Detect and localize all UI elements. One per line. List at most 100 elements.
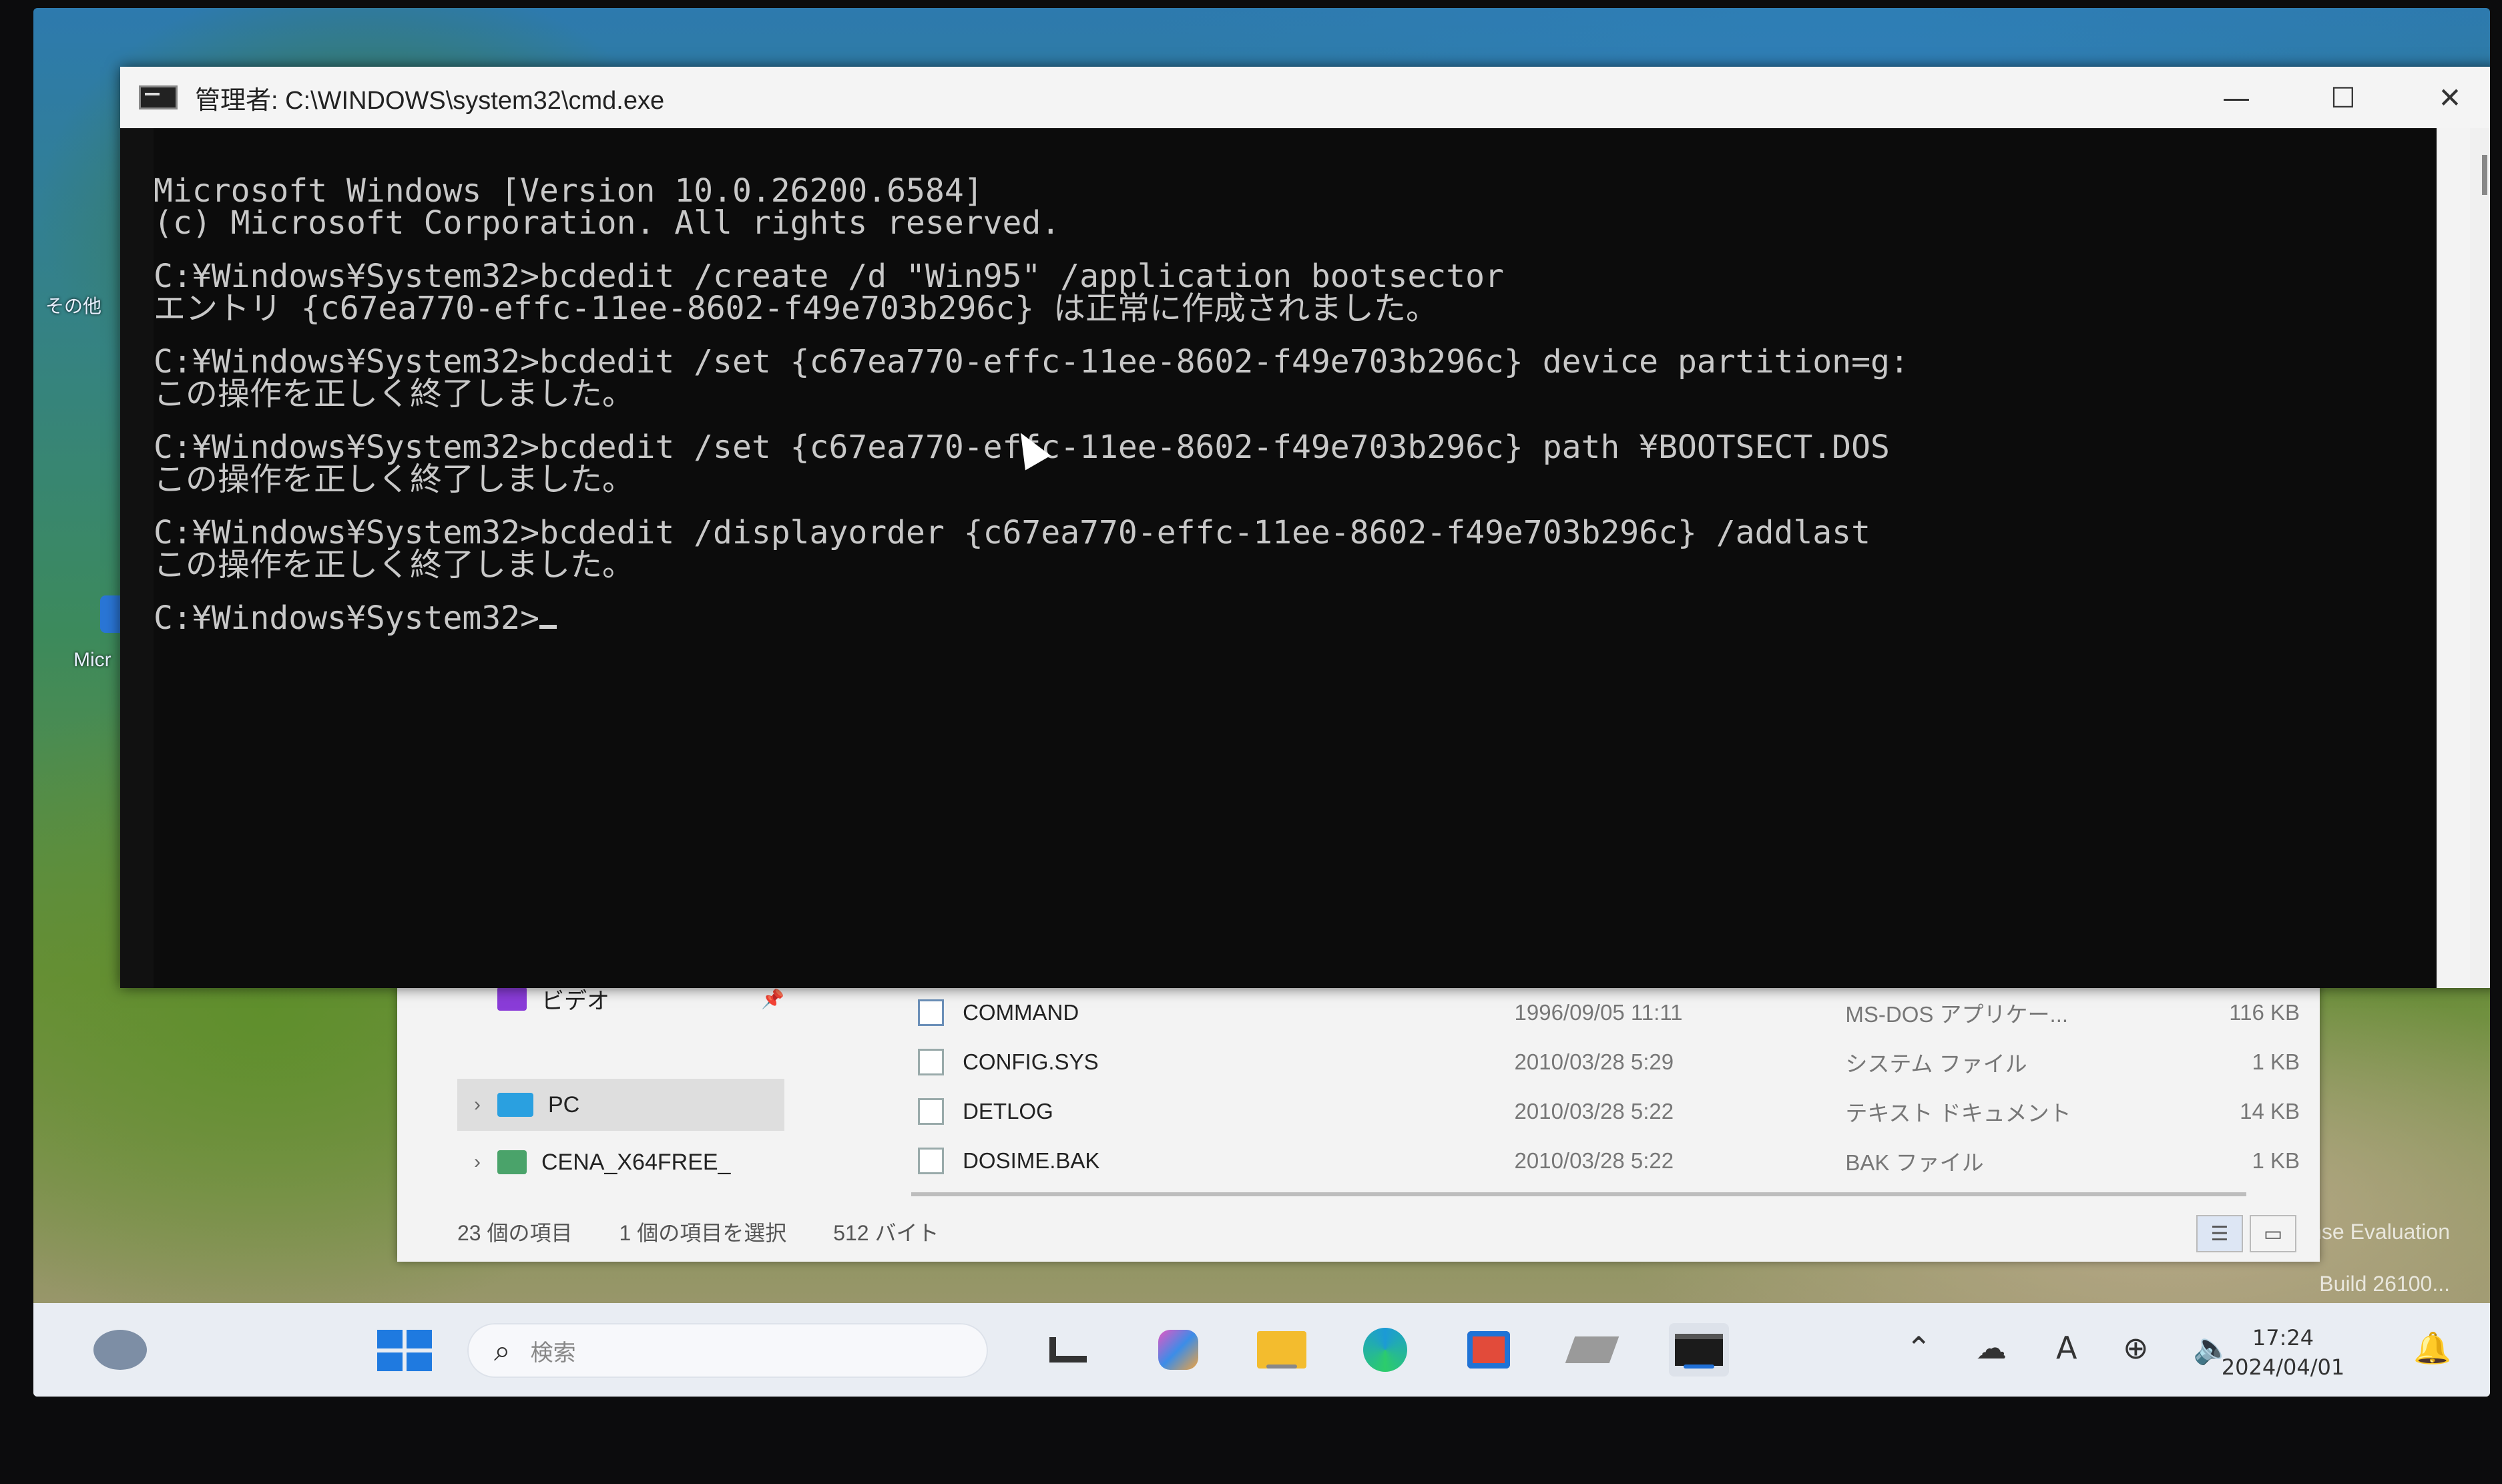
console-line: Microsoft Windows [Version 10.0.26200.65…: [154, 172, 983, 210]
windows-logo-tile: [377, 1330, 403, 1348]
window-controls: — ☐ ✕: [2183, 67, 2490, 128]
desktop-icon-label: Micr: [73, 649, 111, 671]
weather-widget-icon[interactable]: [93, 1330, 147, 1370]
edge-browser-icon[interactable]: [1355, 1323, 1415, 1377]
file-row[interactable]: DETLOG 2010/03/28 5:22 テキスト ドキュメント 14 KB: [911, 1087, 2300, 1136]
taskbar-search-box[interactable]: ⌕ 検索: [467, 1323, 988, 1378]
file-size: 1 KB: [2252, 1049, 2300, 1074]
search-placeholder: 検索: [530, 1339, 576, 1367]
notification-bell-icon[interactable]: 🔔: [2413, 1330, 2451, 1367]
title-bar[interactable]: 管理者: C:\WINDOWS\system32\cmd.exe — ☐ ✕: [120, 67, 2490, 128]
system-file-icon: [918, 1049, 945, 1075]
nav-item-label: CENA_X64FREE_: [541, 1149, 731, 1175]
clock-date: 2024/04/01: [2221, 1354, 2345, 1380]
scrollbar-thumb[interactable]: [2482, 155, 2487, 195]
desktop-icon-label: その他: [45, 296, 102, 316]
pc-icon: [497, 1093, 533, 1117]
evaluation-watermark-build: Build 26100...: [2319, 1272, 2450, 1296]
video-folder-icon: [497, 987, 527, 1011]
console-area[interactable]: Microsoft Windows [Version 10.0.26200.65…: [154, 128, 2437, 988]
running-indicator: [1266, 1365, 1297, 1369]
file-name: COMMAND: [963, 1000, 1079, 1025]
file-row[interactable]: DOSIME.BAK 2010/03/28 5:22 BAK ファイル 1 KB: [911, 1136, 2300, 1186]
navigation-pane: ビデオ 📌 › PC › CENA_X64FREE_: [457, 981, 804, 1202]
text-cursor: [539, 625, 557, 629]
file-row[interactable]: CONFIG.SYS 2010/03/28 5:29 システム ファイル 1 K…: [911, 1037, 2300, 1087]
console-line: C:¥Windows¥System32>bcdedit /displayorde…: [154, 514, 1870, 551]
minimize-button[interactable]: —: [2183, 67, 2290, 128]
desktop-screen: Micr その他 nse Evaluation Build 26100... ビ…: [33, 8, 2490, 1397]
status-bar: 23 個の項目 1 個の項目を選択 512 バイト: [457, 1208, 2260, 1255]
console-line: この操作を正しく終了しました。: [154, 461, 635, 498]
text-file-icon: [918, 1098, 945, 1125]
selection-count: 1 個の項目を選択: [619, 1221, 787, 1245]
file-date: 2010/03/28 5:22: [1514, 1148, 1674, 1173]
console-line: C:¥Windows¥System32>bcdedit /set {c67ea7…: [154, 429, 1890, 466]
file-row[interactable]: COMMAND 1996/09/05 11:11 MS-DOS アプリケー...…: [911, 988, 2300, 1037]
maximize-button[interactable]: ☐: [2290, 67, 2397, 128]
file-name: DOSIME.BAK: [963, 1148, 1100, 1173]
console-output[interactable]: Microsoft Windows [Version 10.0.26200.65…: [154, 128, 2437, 988]
console-margin: [120, 128, 154, 988]
clock-time: 17:24: [2252, 1325, 2314, 1350]
file-type: システム ファイル: [1845, 1051, 2027, 1076]
windows-logo-tile: [377, 1352, 403, 1371]
watermark-text: nse Evaluation: [2310, 1220, 2450, 1244]
evaluation-watermark: nse Evaluation: [2310, 1220, 2450, 1244]
console-line: この操作を正しく終了しました。: [154, 546, 635, 583]
executable-file-icon: [918, 999, 945, 1026]
nav-item-pc[interactable]: › PC: [457, 1079, 784, 1131]
close-button[interactable]: ✕: [2397, 67, 2490, 128]
start-button[interactable]: [377, 1330, 432, 1371]
clock[interactable]: 17:24 2024/04/01: [2196, 1323, 2370, 1382]
file-date: 1996/09/05 11:11: [1514, 1000, 1683, 1025]
console-line: C:¥Windows¥System32>: [154, 602, 2437, 634]
generic-file-icon: [918, 1148, 945, 1174]
nav-item-label: PC: [548, 1091, 580, 1118]
large-icons-view-button[interactable]: ▭: [2250, 1215, 2296, 1252]
horizontal-scrollbar[interactable]: [911, 1192, 2246, 1196]
taskbar: ⌕ 検索 ⌃ ☁ A ⊕ 🔈 17:24 2024/04/01 🔔: [33, 1303, 2490, 1397]
chevron-up-icon[interactable]: ⌃: [1906, 1330, 1932, 1366]
nav-item-drive[interactable]: › CENA_X64FREE_: [457, 1136, 784, 1188]
file-date: 2010/03/28 5:29: [1514, 1049, 1674, 1074]
terminal-taskbar-icon[interactable]: [1669, 1323, 1729, 1377]
file-type: BAK ファイル: [1845, 1150, 1984, 1175]
command-prompt-window[interactable]: 管理者: C:\WINDOWS\system32\cmd.exe — ☐ ✕ M…: [120, 67, 2490, 988]
window-title: 管理者: C:\WINDOWS\system32\cmd.exe: [195, 86, 665, 115]
copilot-icon[interactable]: [1148, 1323, 1208, 1377]
windows-logo-tile: [407, 1330, 432, 1348]
windows-logo-tile: [407, 1352, 432, 1371]
file-type: MS-DOS アプリケー...: [1845, 1002, 2069, 1027]
console-line: エントリ {c67ea770-effc-11ee-8602-f49e703b29…: [154, 290, 1438, 327]
file-size: 14 KB: [2240, 1099, 2300, 1124]
onedrive-offline-icon[interactable]: ☁: [1976, 1330, 2007, 1366]
selection-size: 512 バイト: [833, 1221, 939, 1245]
vertical-scrollbar[interactable]: [2470, 128, 2490, 988]
virtual-machine-icon[interactable]: [1562, 1323, 1622, 1377]
console-line: C:¥Windows¥System32>bcdedit /set {c67ea7…: [154, 343, 1909, 381]
console-line: (c) Microsoft Corporation. All rights re…: [154, 204, 1061, 242]
file-date: 2010/03/28 5:22: [1514, 1099, 1674, 1124]
file-name: DETLOG: [963, 1099, 1053, 1124]
watermark-build-text: Build 26100...: [2319, 1272, 2450, 1296]
store-icon[interactable]: [1459, 1323, 1519, 1377]
console-line: C:¥Windows¥System32>bcdedit /create /d "…: [154, 258, 1504, 295]
file-size: 1 KB: [2252, 1148, 2300, 1173]
file-size: 116 KB: [2229, 1000, 2300, 1025]
ime-mode-indicator[interactable]: A: [2056, 1330, 2077, 1366]
file-explorer-icon[interactable]: [1252, 1323, 1312, 1377]
chevron-right-icon[interactable]: ›: [457, 1151, 497, 1174]
task-view-icon[interactable]: [1038, 1323, 1098, 1377]
file-name: CONFIG.SYS: [963, 1049, 1099, 1074]
console-line: この操作を正しく終了しました。: [154, 375, 635, 413]
item-count: 23 個の項目: [457, 1221, 573, 1245]
network-drive-icon: [497, 1150, 527, 1174]
network-globe-icon[interactable]: ⊕: [2123, 1330, 2149, 1366]
terminal-icon: [139, 85, 178, 109]
file-explorer-window[interactable]: ビデオ 📌 › PC › CENA_X64FREE_ COMMAND 1996/…: [397, 981, 2320, 1262]
details-view-button[interactable]: ☰: [2196, 1215, 2243, 1252]
chevron-right-icon[interactable]: ›: [457, 1093, 497, 1116]
search-icon: ⌕: [494, 1333, 511, 1368]
pin-icon: 📌: [761, 988, 784, 1009]
